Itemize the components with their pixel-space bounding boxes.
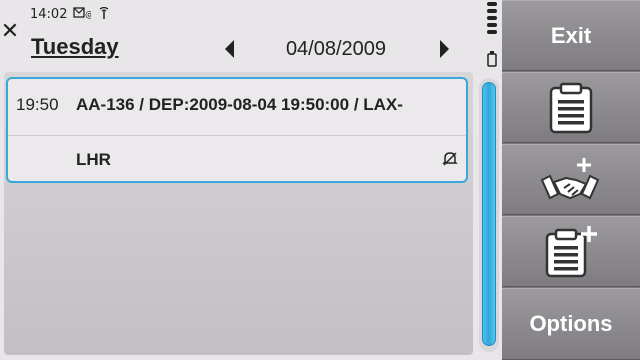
clock: 14:02 (30, 7, 68, 22)
entry-location: LHR (76, 150, 111, 169)
day-title[interactable]: Tuesday (31, 34, 119, 60)
options-button[interactable]: Options (502, 288, 640, 360)
new-entry-button[interactable] (502, 72, 640, 143)
entry-title: AA-136 / DEP:2009-08-04 19:50:00 / LAX- (76, 95, 403, 114)
calendar-entry[interactable]: 19:50 AA-136 / DEP:2009-08-04 19:50:00 /… (6, 77, 468, 183)
scrollbar-thumb[interactable] (482, 82, 496, 346)
date-display: 04/08/2009 (285, 38, 387, 60)
clipboard-plus-icon (545, 225, 597, 277)
options-label: Options (529, 311, 613, 336)
clipboard-icon (549, 82, 593, 133)
handshake-plus-icon (540, 157, 600, 199)
previous-day-arrow-icon[interactable] (222, 38, 238, 60)
status-bar: 14:02 @ (30, 6, 111, 22)
antenna-icon (97, 6, 111, 22)
exit-label: Exit (550, 22, 592, 48)
exit-button[interactable]: Exit (502, 0, 640, 71)
new-todo-button[interactable] (502, 216, 640, 287)
close-icon[interactable]: ✕ (0, 20, 20, 44)
new-meeting-button[interactable] (502, 144, 640, 215)
entry-time: 19:50 (16, 95, 59, 114)
svg-text:@: @ (85, 10, 91, 19)
signal-battery-icon (487, 2, 497, 67)
toolbar: Exit Options (502, 0, 640, 360)
divider (8, 135, 466, 136)
envelope-icon: @ (73, 7, 94, 22)
next-day-arrow-icon[interactable] (436, 38, 452, 60)
alarm-off-icon (442, 152, 458, 166)
